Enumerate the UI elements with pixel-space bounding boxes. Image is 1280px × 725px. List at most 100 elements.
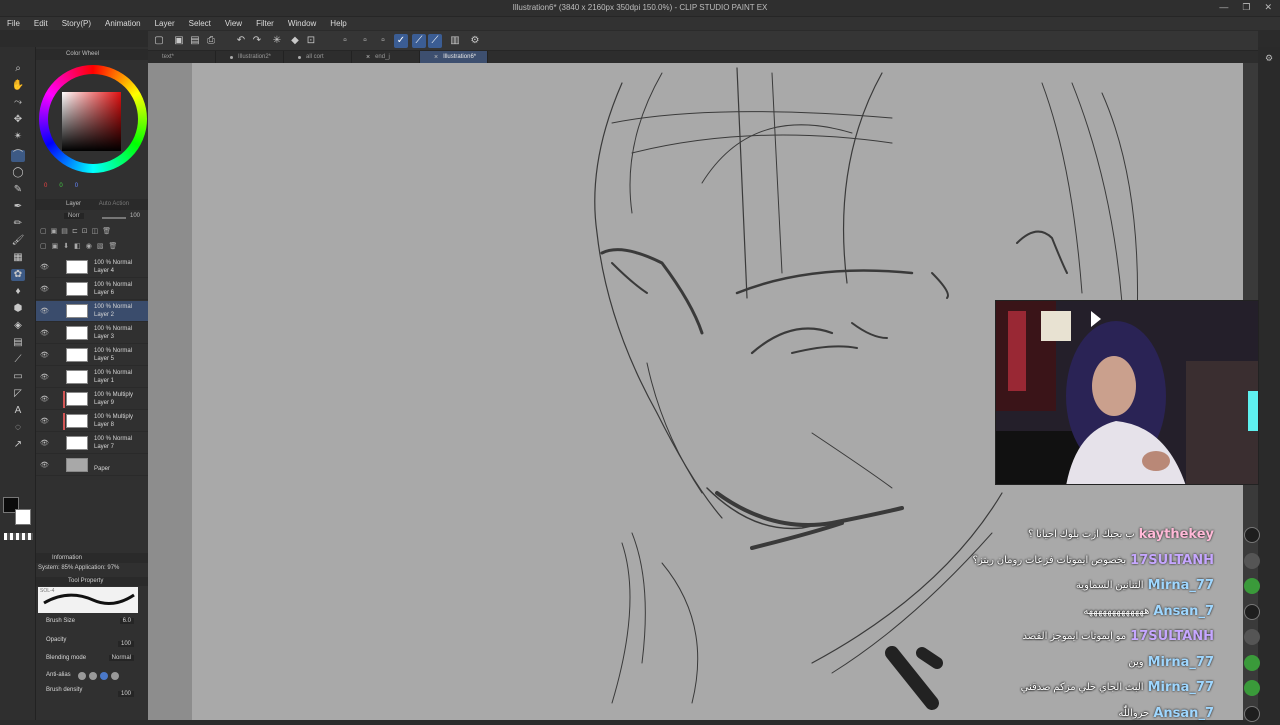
transform-icon[interactable]: ◆ <box>288 34 302 48</box>
new-layer-icon[interactable]: ▢ <box>40 242 47 254</box>
snap-icon[interactable]: ▫ <box>338 34 352 48</box>
tab-text[interactable]: text* <box>148 51 216 63</box>
undo-icon[interactable]: ↶ <box>234 34 248 48</box>
fill-icon[interactable]: ◈ <box>11 320 25 332</box>
sub-color-swatch[interactable] <box>15 509 31 525</box>
brush-icon[interactable]: 🖌 <box>11 235 25 247</box>
tab-end[interactable]: × end_j <box>352 51 420 63</box>
eraser-icon[interactable]: ⬢ <box>11 303 25 315</box>
menu-filter[interactable]: Filter <box>249 17 281 30</box>
special-ruler-icon[interactable]: ⟋ <box>428 34 442 48</box>
trash-icon[interactable]: 🗑 <box>108 242 117 254</box>
snap-grid-icon[interactable]: ▫ <box>358 34 372 48</box>
gradient-icon[interactable]: ▤ <box>11 337 25 349</box>
eyedropper-icon[interactable]: ✎ <box>11 184 25 196</box>
menu-window[interactable]: Window <box>281 17 323 30</box>
chat-username[interactable]: 17SULTANH <box>1130 629 1214 644</box>
chat-username[interactable]: Mirna_77 <box>1148 578 1214 593</box>
layer-row[interactable]: 👁 100 % Normal Layer 1 <box>36 367 148 388</box>
correct-line-icon[interactable]: ↗ <box>11 439 25 451</box>
brush-size-value[interactable]: 6.0 <box>119 618 134 624</box>
pencil-icon[interactable]: ✏ <box>11 218 25 230</box>
menu-file[interactable]: File <box>0 17 27 30</box>
layer-row[interactable]: 👁 Paper <box>36 455 148 476</box>
opacity-row[interactable]: Opacity 100 <box>46 637 146 647</box>
opacity-value[interactable]: 100 <box>117 641 134 647</box>
aa-medium-icon[interactable] <box>100 672 108 680</box>
anti-alias-options[interactable] <box>78 672 119 680</box>
brush-density-row[interactable]: Brush density 100 <box>46 687 146 697</box>
new-vector-layer-icon[interactable]: ▣ <box>51 227 58 239</box>
layer-row[interactable]: 👁 100 % Normal Layer 6 <box>36 279 148 300</box>
move-icon[interactable]: ✥ <box>11 114 25 126</box>
blending-mode-row[interactable]: Blending mode Normal <box>46 655 146 665</box>
right-dock-icon[interactable]: ⚙ <box>1262 53 1276 65</box>
visibility-eye-icon[interactable]: 👁 <box>40 373 49 381</box>
saturation-value-square[interactable] <box>62 92 121 151</box>
visibility-eye-icon[interactable]: 👁 <box>40 307 49 315</box>
new-folder-icon[interactable]: ▤ <box>61 227 68 239</box>
minimize-button[interactable]: — <box>1219 2 1228 13</box>
select-all-icon[interactable]: ✳ <box>270 34 284 48</box>
pen-icon[interactable]: ✒ <box>11 201 25 213</box>
decoration-icon[interactable]: ✿ <box>11 269 25 281</box>
aa-weak-icon[interactable] <box>89 672 97 680</box>
layer-row[interactable]: 👁 100 % Normal Layer 7 <box>36 433 148 454</box>
balloon-icon[interactable]: ◌ <box>11 422 25 434</box>
maximize-button[interactable]: ❐ <box>1242 2 1250 13</box>
blend-mode-select[interactable]: Norr <box>64 213 84 219</box>
layer-row[interactable]: 👁 100 % Multiply Layer 8 <box>36 411 148 432</box>
menu-view[interactable]: View <box>218 17 249 30</box>
crop-icon[interactable]: ⊡ <box>304 34 318 48</box>
visibility-eye-icon[interactable]: 👁 <box>40 417 49 425</box>
menu-select[interactable]: Select <box>182 17 218 30</box>
close-button[interactable]: ✕ <box>1264 2 1272 13</box>
operation-icon[interactable]: ⤳ <box>11 97 25 109</box>
layer-row[interactable]: 👁 100 % Normal Layer 4 <box>36 257 148 278</box>
layer-opacity-value[interactable]: 100 <box>130 213 140 219</box>
layer-row[interactable]: 👁 100 % Normal Layer 2 <box>36 301 148 322</box>
reference-layer-icon[interactable]: ◉ <box>86 242 92 254</box>
chat-username[interactable]: kaythekey <box>1139 527 1214 542</box>
new-file-icon[interactable]: ▢ <box>152 34 166 48</box>
visibility-eye-icon[interactable]: 👁 <box>40 395 49 403</box>
sparkle-icon[interactable]: ✴ <box>11 131 25 143</box>
lasso-icon[interactable]: ⌒ <box>11 150 25 162</box>
visibility-eye-icon[interactable]: 👁 <box>40 439 49 447</box>
print-icon[interactable]: ⎙ <box>204 34 218 48</box>
airbrush-icon[interactable]: ▦ <box>11 252 25 264</box>
visibility-eye-icon[interactable]: 👁 <box>40 461 49 469</box>
tab-illustration2[interactable]: Illustration2* <box>216 51 284 63</box>
chat-username[interactable]: 17SULTANH <box>1130 553 1214 568</box>
delete-layer-icon[interactable]: 🗑 <box>102 227 111 239</box>
menu-help[interactable]: Help <box>323 17 353 30</box>
anti-alias-row[interactable]: Anti-alias <box>46 672 146 682</box>
menu-edit[interactable]: Edit <box>27 17 55 30</box>
chat-username[interactable]: Mirna_77 <box>1148 655 1214 670</box>
ruler-snap-icon[interactable]: ⟋ <box>412 34 426 48</box>
auto-action-tab[interactable]: Auto Action <box>99 201 129 207</box>
layer-row[interactable]: 👁 100 % Multiply Layer 9 <box>36 389 148 410</box>
layer-row[interactable]: 👁 100 % Normal Layer 5 <box>36 345 148 366</box>
chat-username[interactable]: Ansan_7 <box>1153 604 1214 619</box>
tab-illustration6[interactable]: × Illustration6* <box>420 51 488 63</box>
clip-layer-icon[interactable]: ⊏ <box>72 227 78 239</box>
blending-mode-value[interactable]: Normal <box>108 655 134 661</box>
lock-icon[interactable]: ⊡ <box>82 227 88 239</box>
layer-icon[interactable]: ▥ <box>448 34 462 48</box>
visibility-eye-icon[interactable]: 👁 <box>40 285 49 293</box>
aa-none-icon[interactable] <box>78 672 86 680</box>
transparent-color-swatch[interactable] <box>4 533 33 540</box>
figure-icon[interactable]: ⟋ <box>11 354 25 366</box>
chat-username[interactable]: Ansan_7 <box>1153 706 1214 721</box>
hand-icon[interactable]: ✋ <box>11 80 25 92</box>
open-icon[interactable]: ▣ <box>172 34 186 48</box>
redo-icon[interactable]: ↷ <box>250 34 264 48</box>
blend-icon[interactable]: ♦ <box>11 286 25 298</box>
draft-layer-icon[interactable]: ▧ <box>97 242 104 254</box>
selection-icon[interactable]: ◯ <box>11 167 25 179</box>
close-tab-icon[interactable]: × <box>366 54 370 61</box>
settings-icon[interactable]: ⚙ <box>468 34 482 48</box>
merge-layer-icon[interactable]: ⬇ <box>63 242 69 254</box>
stabilizer-icon[interactable]: ✓ <box>394 34 408 48</box>
